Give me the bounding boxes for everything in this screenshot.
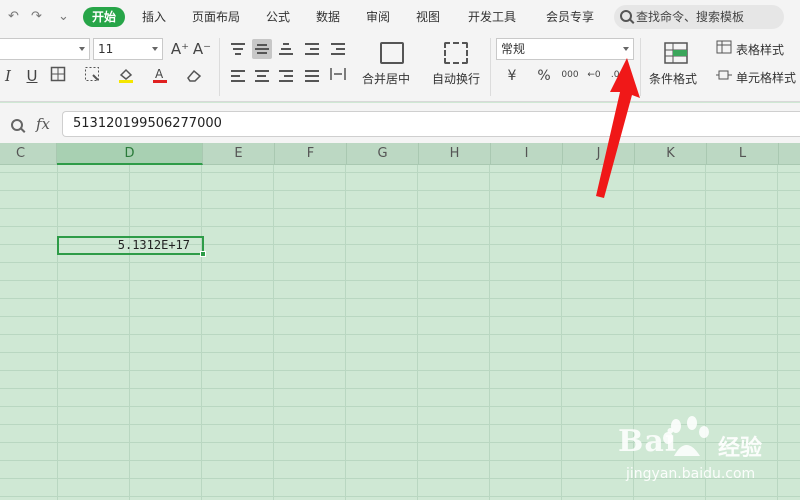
ribbon-separator [490, 38, 491, 96]
font-size-combo[interactable]: 11 [93, 38, 163, 60]
column-header-l[interactable]: L [707, 143, 779, 165]
fill-color-button[interactable] [116, 66, 136, 86]
justify-icon [305, 70, 319, 82]
column-header-h[interactable]: H [419, 143, 491, 165]
align-center-icon [255, 70, 269, 82]
align-top-icon [231, 43, 245, 55]
command-search-box[interactable]: 查找命令、搜索模板 [614, 5, 784, 29]
wrap-text-button[interactable]: 自动换行 [432, 70, 480, 87]
watermark-url: jingyan.baidu.com [626, 466, 756, 482]
tab-review[interactable]: 审阅 [366, 7, 390, 27]
font-name-combo[interactable] [0, 38, 90, 60]
underline-button[interactable]: U [22, 66, 42, 86]
decrease-indent-icon [305, 43, 319, 55]
distribute-icon [330, 68, 346, 80]
thousands-separator-button[interactable]: 000 [560, 65, 580, 85]
font-color-icon: A [153, 67, 167, 83]
menu-tab-bar: ↶ ↷ ⌄ 开始 插入 页面布局 公式 数据 审阅 视图 开发工具 会员专享 查… [0, 0, 800, 34]
currency-button[interactable]: ¥ [502, 66, 522, 86]
decrease-indent-button[interactable] [302, 39, 322, 59]
fill-pattern-icon [85, 67, 99, 81]
align-middle-button[interactable] [252, 39, 272, 59]
column-header-c[interactable]: C [0, 143, 57, 165]
selected-cell-value: 5.1312E+17 [117, 238, 190, 252]
align-middle-icon [255, 43, 269, 55]
align-right-button[interactable] [276, 66, 296, 86]
tab-member-zone[interactable]: 会员专享 [546, 7, 594, 27]
merge-center-icon [380, 42, 404, 64]
paint-bucket-icon [119, 68, 133, 83]
tab-view[interactable]: 视图 [416, 7, 440, 27]
tab-developer-tools[interactable]: 开发工具 [468, 7, 516, 27]
watermark-brand-cn: 经验 [718, 436, 763, 461]
column-header-e[interactable]: E [203, 143, 275, 165]
number-format-value: 常规 [501, 42, 526, 56]
align-center-button[interactable] [252, 66, 272, 86]
align-right-icon [279, 70, 293, 82]
tab-data[interactable]: 数据 [316, 7, 340, 27]
borders-button[interactable] [48, 66, 68, 86]
increase-indent-icon [331, 43, 345, 55]
customize-toolbar-icon[interactable]: ⌄ [58, 9, 69, 25]
font-color-button[interactable]: A [150, 66, 170, 86]
column-header-f[interactable]: F [275, 143, 347, 165]
ribbon-home: 11 A⁺ A⁻ I U A 合并居中 自动换行 常规 ¥ % 000 ←0 .… [0, 34, 800, 102]
align-bottom-icon [279, 43, 293, 55]
formula-input[interactable]: 513120199506277000 [62, 111, 800, 137]
justify-button[interactable] [302, 66, 322, 86]
column-header-d[interactable]: D [57, 143, 203, 165]
cell-style-icon [716, 70, 732, 80]
align-top-button[interactable] [228, 39, 248, 59]
tab-home[interactable]: 开始 [83, 7, 126, 27]
selected-cell-d[interactable]: 5.1312E+17 [57, 236, 206, 257]
fill-handle[interactable] [200, 251, 206, 257]
increase-indent-button[interactable] [328, 39, 348, 59]
column-header-g[interactable]: G [347, 143, 419, 165]
chevron-down-icon [152, 47, 158, 51]
conditional-format-button[interactable]: 条件格式 [649, 70, 697, 87]
wrap-text-icon [444, 42, 468, 64]
align-left-button[interactable] [228, 66, 248, 86]
redo-icon[interactable]: ↷ [31, 9, 42, 25]
percent-button[interactable]: % [534, 66, 554, 86]
tab-formulas[interactable]: 公式 [266, 7, 290, 27]
column-header-row: C D E F G H I J K L [0, 143, 800, 165]
undo-icon[interactable]: ↶ [8, 9, 19, 25]
distribute-button[interactable] [328, 66, 348, 86]
tab-insert[interactable]: 插入 [142, 7, 166, 27]
svg-text:A: A [155, 67, 164, 81]
chevron-down-icon [79, 47, 85, 51]
clear-format-button[interactable] [184, 66, 204, 86]
align-bottom-button[interactable] [276, 39, 296, 59]
borders-icon [50, 66, 66, 82]
paw-logo-icon [663, 416, 709, 456]
table-style-icon [716, 40, 732, 54]
search-icon [620, 10, 632, 22]
fill-pattern-button[interactable] [82, 66, 102, 86]
zoom-icon[interactable] [11, 119, 23, 131]
tab-page-layout[interactable]: 页面布局 [192, 7, 240, 27]
cell-style-button[interactable]: 单元格样式 [736, 69, 796, 86]
eraser-icon [187, 69, 202, 82]
shrink-font-button[interactable]: A⁻ [192, 39, 212, 59]
formula-bar: fx 513120199506277000 [0, 103, 800, 143]
search-label: 查找命令、搜索模板 [636, 10, 745, 24]
align-left-icon [231, 70, 245, 82]
table-style-button[interactable]: 表格样式 [736, 41, 784, 58]
italic-button[interactable]: I [0, 66, 18, 86]
grow-font-button[interactable]: A⁺ [170, 39, 190, 59]
annotation-arrow-icon [596, 58, 640, 198]
merge-center-button[interactable]: 合并居中 [362, 70, 410, 87]
font-size-value: 11 [98, 42, 114, 56]
insert-function-button[interactable]: fx [36, 115, 50, 133]
baidu-jingyan-watermark: Bai 经验 jingyan.baidu.com [600, 410, 800, 500]
conditional-format-icon [664, 42, 688, 64]
ribbon-separator [219, 38, 220, 96]
column-header-i[interactable]: I [491, 143, 563, 165]
